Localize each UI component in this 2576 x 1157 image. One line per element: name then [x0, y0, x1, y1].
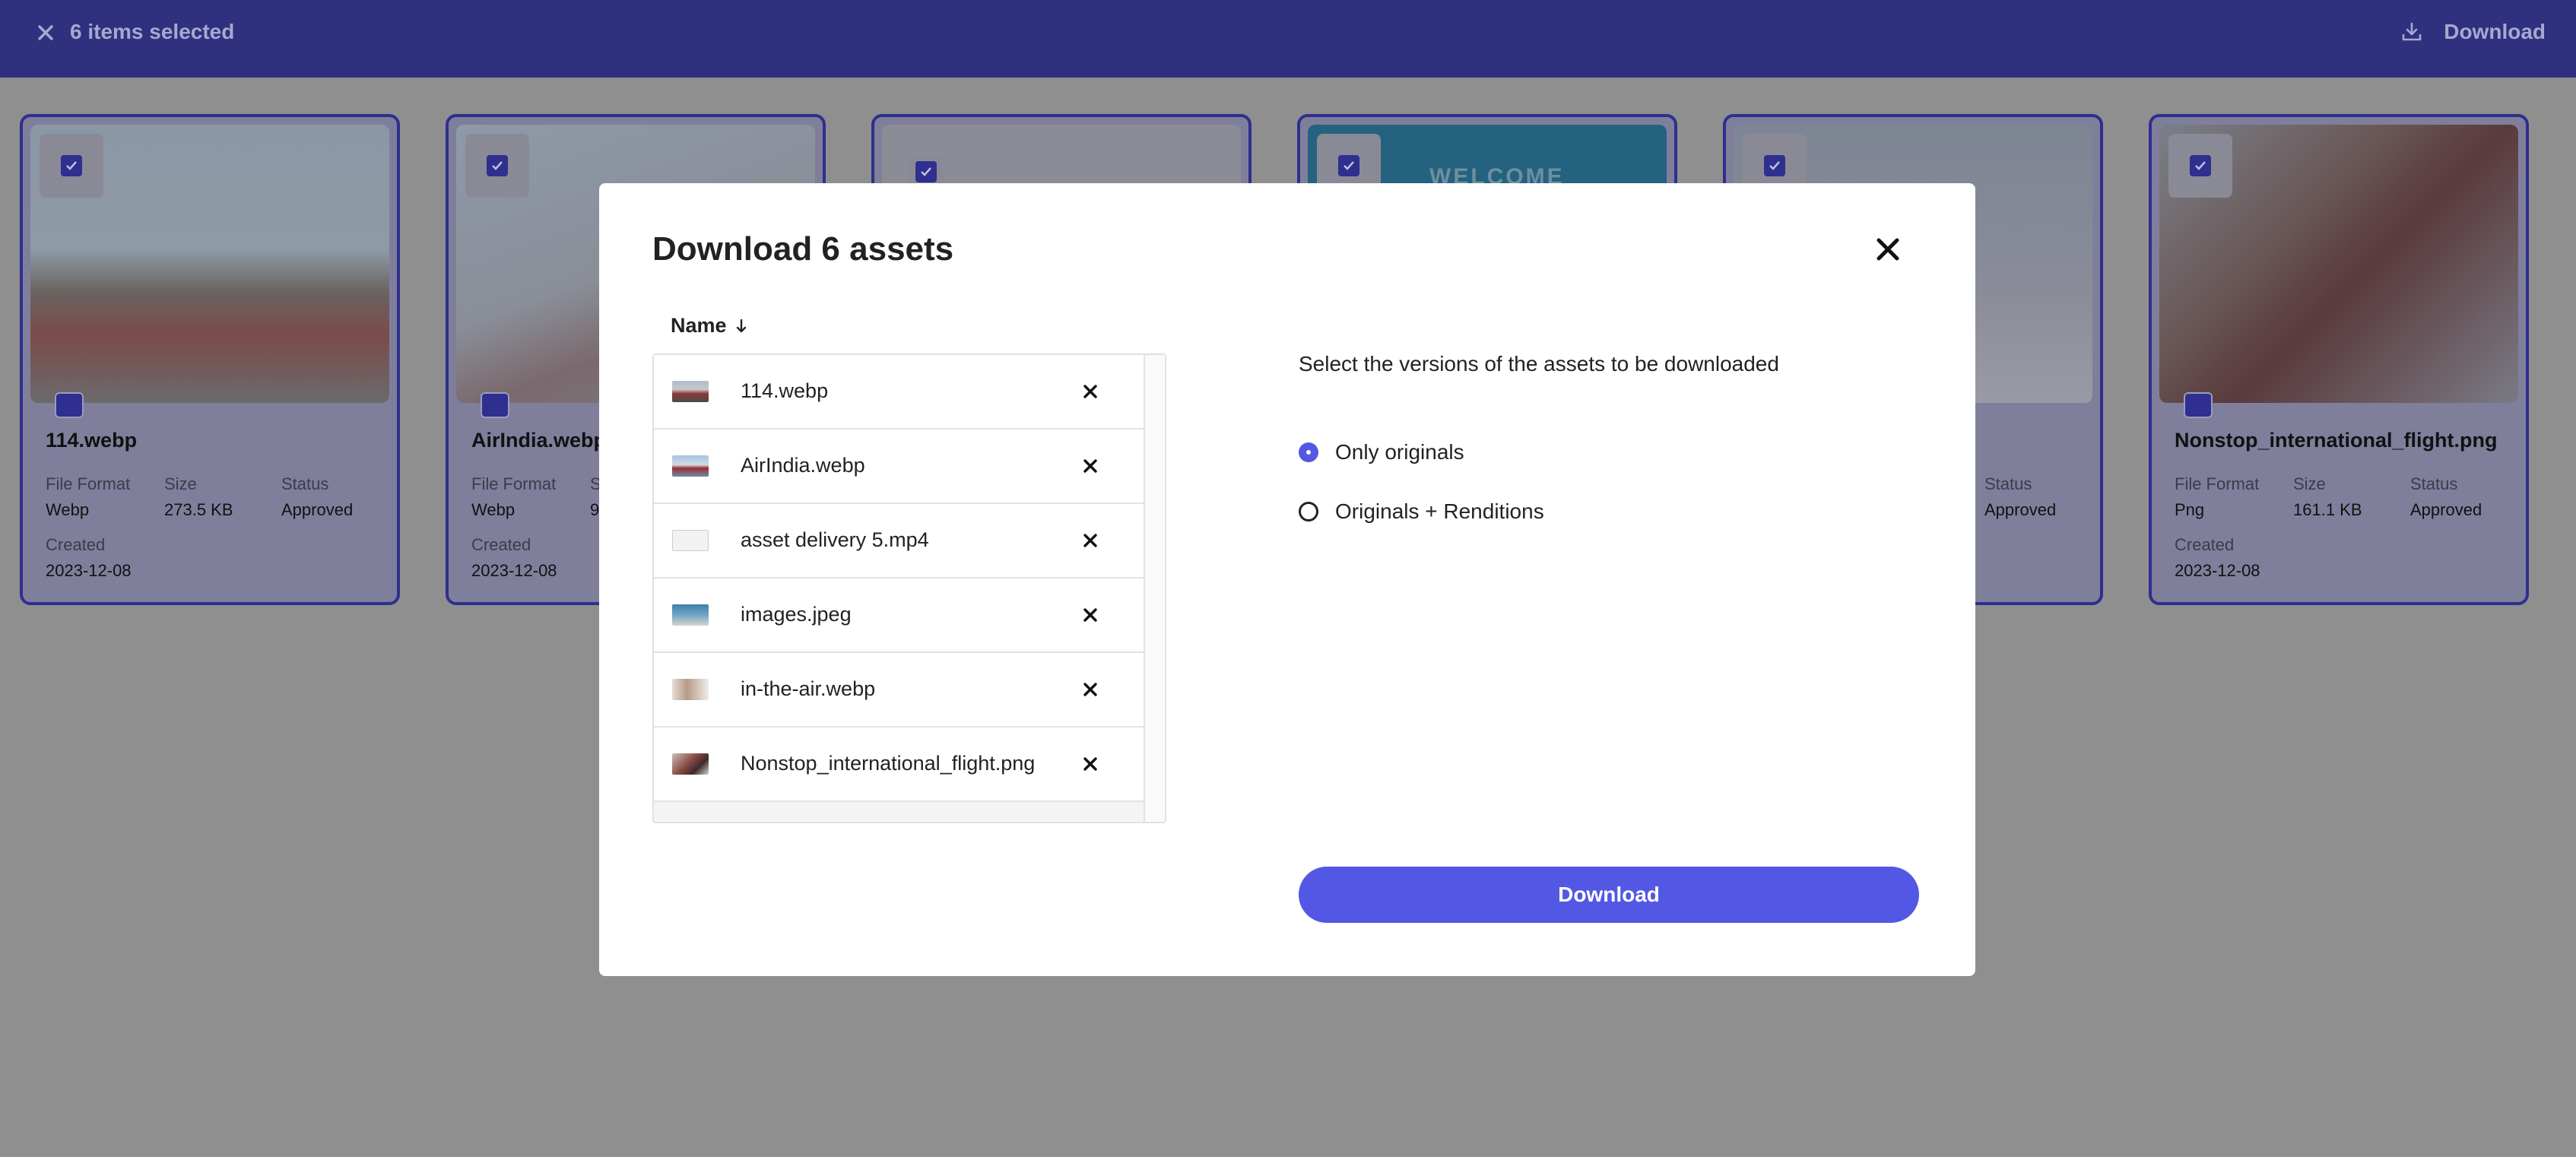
remove-icon[interactable]	[1081, 755, 1099, 773]
file-name: Nonstop_international_flight.png	[741, 752, 1036, 775]
file-thumbnail-icon	[672, 381, 709, 402]
select-checkbox[interactable]	[2168, 134, 2232, 198]
meta-format: File Format Webp	[46, 474, 131, 519]
file-name: AirIndia.webp	[741, 454, 865, 477]
list-item: images.jpeg	[654, 578, 1145, 653]
file-name: images.jpeg	[741, 603, 852, 626]
image-type-icon	[55, 392, 84, 418]
asset-card[interactable]: 114.webp File Format Webp Size 273.5 KB St…	[20, 114, 400, 605]
list-item: Nonstop_international_flight.png	[654, 727, 1145, 802]
file-thumbnail-icon	[672, 679, 709, 700]
file-name: 114.webp	[741, 379, 829, 402]
radio-originals-renditions[interactable]: Originals + Renditions	[1299, 499, 1544, 524]
download-icon	[2402, 22, 2422, 41]
asset-card[interactable]: Nonstop_international_flight.png File Fo…	[2149, 114, 2529, 605]
file-name: in-the-air.webp	[741, 677, 876, 700]
radio-only-originals[interactable]: Only originals	[1299, 440, 1464, 464]
download-label: Download	[2444, 20, 2546, 43]
download-action[interactable]: Download	[2400, 18, 2546, 46]
radio-label: Originals + Renditions	[1335, 499, 1544, 523]
file-thumbnail-icon	[672, 604, 709, 626]
close-icon[interactable]	[33, 21, 58, 45]
file-thumbnail-icon	[672, 455, 709, 477]
version-instruction: Select the versions of the assets to be …	[1299, 352, 1779, 376]
asset-list[interactable]: 114.webp AirIndia.webp asset delivery 5.…	[652, 353, 1166, 823]
selected-count: 6 items selected	[70, 20, 235, 43]
remove-icon[interactable]	[1081, 531, 1099, 550]
remove-icon[interactable]	[1081, 457, 1099, 475]
list-item: 114.webp	[654, 355, 1145, 430]
sort-descending-icon	[736, 319, 746, 332]
remove-icon[interactable]	[1081, 680, 1099, 699]
image-type-icon	[481, 392, 509, 418]
list-item: AirIndia.webp	[654, 430, 1145, 504]
download-dialog: Download 6 assets Name 114.webp AirIndia…	[599, 183, 1975, 976]
column-label: Name	[671, 314, 727, 337]
radio-selected-icon	[1299, 442, 1318, 462]
meta-format: File Format Png	[2175, 474, 2260, 519]
meta-created: Created 2023-12-08	[471, 535, 557, 580]
selection-action-bar: 6 items selected Download	[0, 0, 2576, 78]
file-thumbnail-icon	[672, 530, 709, 551]
select-checkbox[interactable]	[465, 134, 529, 198]
close-icon[interactable]	[1873, 235, 1902, 264]
list-scrollbar[interactable]	[1144, 355, 1165, 822]
file-name: asset delivery 5.mp4	[741, 528, 929, 551]
meta-created: Created 2023-12-08	[46, 535, 132, 580]
file-thumbnail-icon	[672, 753, 709, 775]
remove-icon[interactable]	[1081, 606, 1099, 624]
card-title: 114.webp	[46, 429, 138, 452]
name-column-header[interactable]: Name	[671, 314, 748, 338]
radio-unselected-icon	[1299, 502, 1318, 521]
image-type-icon	[2184, 392, 2213, 418]
card-title: AirIndia.webp	[471, 429, 607, 452]
meta-status: Status Approved	[281, 474, 354, 519]
meta-size: Size 161.1 KB	[2293, 474, 2362, 519]
remove-icon[interactable]	[1081, 382, 1099, 401]
meta-created: Created 2023-12-08	[2175, 535, 2260, 580]
card-title: Nonstop_international_flight.png	[2175, 429, 2498, 452]
download-button[interactable]: Download	[1299, 867, 1919, 923]
list-item: in-the-air.webp	[654, 653, 1145, 727]
select-checkbox[interactable]	[40, 134, 103, 198]
dialog-title: Download 6 assets	[652, 230, 954, 268]
meta-status: Status Approved	[1984, 474, 2057, 519]
meta-status: Status Approved	[2410, 474, 2482, 519]
radio-label: Only originals	[1335, 440, 1464, 464]
meta-format: File Format Webp	[471, 474, 557, 519]
meta-size: Size 273.5 KB	[164, 474, 233, 519]
list-item: asset delivery 5.mp4	[654, 504, 1145, 578]
